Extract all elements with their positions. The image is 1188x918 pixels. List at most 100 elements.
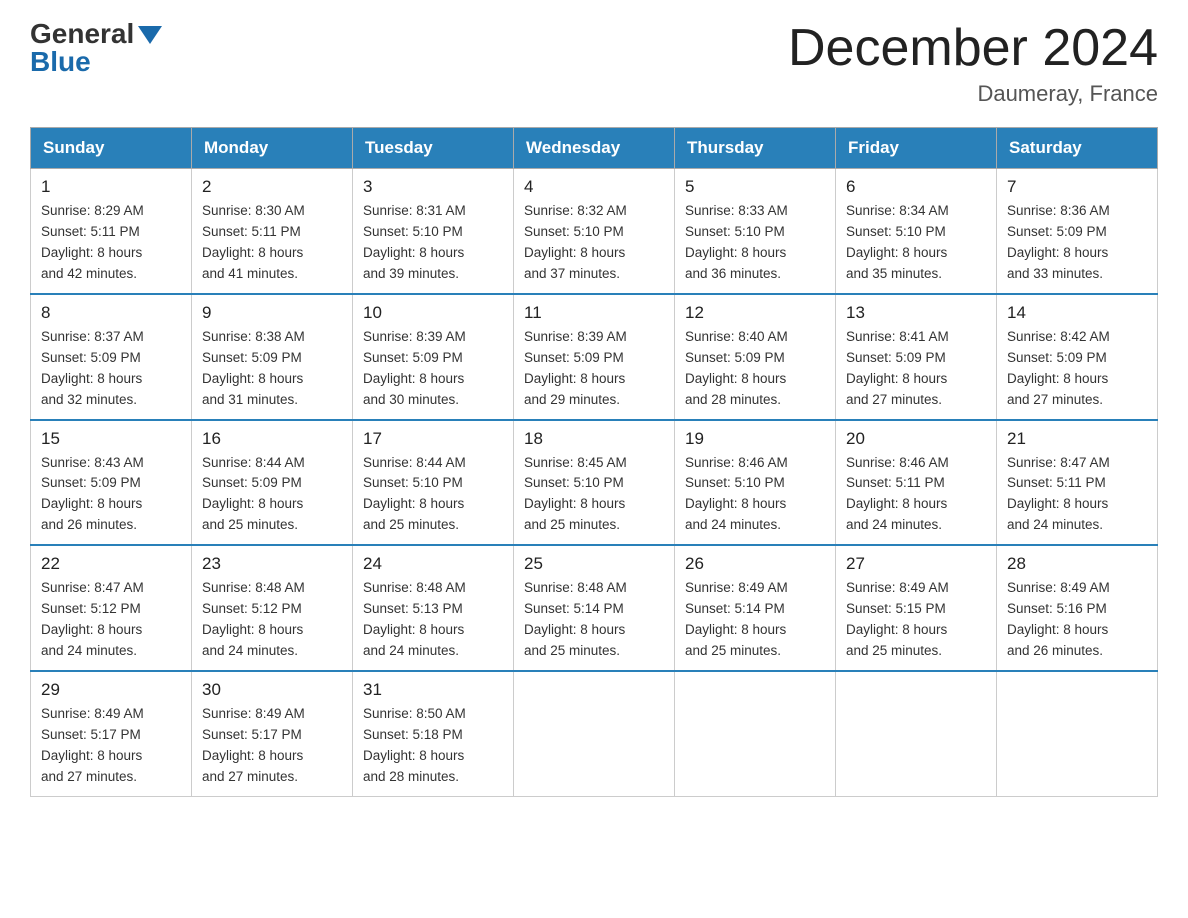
day-number: 23 [202,554,342,574]
logo-general-text: General [30,20,134,48]
day-info: Sunrise: 8:45 AMSunset: 5:10 PMDaylight:… [524,453,664,537]
day-info: Sunrise: 8:38 AMSunset: 5:09 PMDaylight:… [202,327,342,411]
day-number: 3 [363,177,503,197]
day-info: Sunrise: 8:46 AMSunset: 5:10 PMDaylight:… [685,453,825,537]
day-number: 14 [1007,303,1147,323]
calendar-day-cell [997,671,1158,796]
calendar-weekday-header: Thursday [675,128,836,169]
day-number: 27 [846,554,986,574]
day-info: Sunrise: 8:34 AMSunset: 5:10 PMDaylight:… [846,201,986,285]
calendar-week-row: 29 Sunrise: 8:49 AMSunset: 5:17 PMDayligh… [31,671,1158,796]
calendar-day-cell: 3 Sunrise: 8:31 AMSunset: 5:10 PMDaylight… [353,169,514,294]
calendar-day-cell: 27 Sunrise: 8:49 AMSunset: 5:15 PMDayligh… [836,545,997,671]
calendar-day-cell: 12Sunrise: 8:40 AMSunset: 5:09 PMDayligh… [675,294,836,420]
day-info: Sunrise: 8:41 AMSunset: 5:09 PMDaylight:… [846,327,986,411]
calendar-weekday-header: Friday [836,128,997,169]
calendar-day-cell: 20Sunrise: 8:46 AMSunset: 5:11 PMDayligh… [836,420,997,546]
calendar-day-cell [675,671,836,796]
calendar-day-cell: 13 Sunrise: 8:41 AMSunset: 5:09 PMDayligh… [836,294,997,420]
day-number: 4 [524,177,664,197]
day-number: 31 [363,680,503,700]
day-number: 5 [685,177,825,197]
calendar-day-cell: 16Sunrise: 8:44 AMSunset: 5:09 PMDayligh… [192,420,353,546]
calendar-day-cell: 29Sunrise: 8:49 AMSunset: 5:17 PMDayligh… [31,671,192,796]
calendar-weekday-header: Monday [192,128,353,169]
logo-blue-text: Blue [30,48,162,76]
calendar-day-cell: 24 Sunrise: 8:48 AMSunset: 5:13 PMDayligh… [353,545,514,671]
day-number: 30 [202,680,342,700]
calendar-day-cell: 30 Sunrise: 8:49 AMSunset: 5:17 PMDayligh… [192,671,353,796]
day-number: 2 [202,177,342,197]
calendar-day-cell: 9 Sunrise: 8:38 AMSunset: 5:09 PMDaylight… [192,294,353,420]
day-info: Sunrise: 8:30 AMSunset: 5:11 PMDaylight:… [202,201,342,285]
calendar-day-cell: 18 Sunrise: 8:45 AMSunset: 5:10 PMDayligh… [514,420,675,546]
calendar-weekday-header: Sunday [31,128,192,169]
calendar-day-cell: 17 Sunrise: 8:44 AMSunset: 5:10 PMDayligh… [353,420,514,546]
day-info: Sunrise: 8:39 AMSunset: 5:09 PMDaylight:… [524,327,664,411]
day-info: Sunrise: 8:33 AMSunset: 5:10 PMDaylight:… [685,201,825,285]
calendar-day-cell: 19 Sunrise: 8:46 AMSunset: 5:10 PMDayligh… [675,420,836,546]
month-title: December 2024 [788,20,1158,77]
day-info: Sunrise: 8:37 AMSunset: 5:09 PMDaylight:… [41,327,181,411]
day-number: 10 [363,303,503,323]
calendar-week-row: 22 Sunrise: 8:47 AMSunset: 5:12 PMDayligh… [31,545,1158,671]
calendar-header-row: SundayMondayTuesdayWednesdayThursdayFrid… [31,128,1158,169]
calendar-day-cell: 11Sunrise: 8:39 AMSunset: 5:09 PMDayligh… [514,294,675,420]
day-info: Sunrise: 8:47 AMSunset: 5:12 PMDaylight:… [41,578,181,662]
day-info: Sunrise: 8:49 AMSunset: 5:17 PMDaylight:… [202,704,342,788]
logo-triangle-icon [138,26,162,44]
day-info: Sunrise: 8:44 AMSunset: 5:09 PMDaylight:… [202,453,342,537]
day-number: 26 [685,554,825,574]
day-number: 28 [1007,554,1147,574]
day-info: Sunrise: 8:50 AMSunset: 5:18 PMDaylight:… [363,704,503,788]
calendar-week-row: 15Sunrise: 8:43 AMSunset: 5:09 PMDayligh… [31,420,1158,546]
calendar-day-cell: 4 Sunrise: 8:32 AMSunset: 5:10 PMDaylight… [514,169,675,294]
calendar-week-row: 1 Sunrise: 8:29 AMSunset: 5:11 PMDaylight… [31,169,1158,294]
day-number: 29 [41,680,181,700]
day-number: 20 [846,429,986,449]
calendar-day-cell: 1 Sunrise: 8:29 AMSunset: 5:11 PMDaylight… [31,169,192,294]
day-number: 24 [363,554,503,574]
day-info: Sunrise: 8:48 AMSunset: 5:13 PMDaylight:… [363,578,503,662]
calendar-weekday-header: Tuesday [353,128,514,169]
calendar-day-cell: 31 Sunrise: 8:50 AMSunset: 5:18 PMDayligh… [353,671,514,796]
day-number: 17 [363,429,503,449]
calendar-weekday-header: Wednesday [514,128,675,169]
day-number: 19 [685,429,825,449]
location-subtitle: Daumeray, France [788,81,1158,107]
logo: General Blue [30,20,162,76]
day-info: Sunrise: 8:32 AMSunset: 5:10 PMDaylight:… [524,201,664,285]
calendar-day-cell: 7Sunrise: 8:36 AMSunset: 5:09 PMDaylight… [997,169,1158,294]
day-number: 8 [41,303,181,323]
day-info: Sunrise: 8:29 AMSunset: 5:11 PMDaylight:… [41,201,181,285]
day-number: 18 [524,429,664,449]
calendar-day-cell: 21Sunrise: 8:47 AMSunset: 5:11 PMDayligh… [997,420,1158,546]
calendar-day-cell: 22 Sunrise: 8:47 AMSunset: 5:12 PMDayligh… [31,545,192,671]
day-info: Sunrise: 8:49 AMSunset: 5:15 PMDaylight:… [846,578,986,662]
day-number: 22 [41,554,181,574]
calendar-day-cell: 2 Sunrise: 8:30 AMSunset: 5:11 PMDaylight… [192,169,353,294]
calendar-day-cell: 10 Sunrise: 8:39 AMSunset: 5:09 PMDayligh… [353,294,514,420]
day-info: Sunrise: 8:49 AMSunset: 5:16 PMDaylight:… [1007,578,1147,662]
day-info: Sunrise: 8:48 AMSunset: 5:12 PMDaylight:… [202,578,342,662]
day-number: 15 [41,429,181,449]
calendar-day-cell: 25Sunrise: 8:48 AMSunset: 5:14 PMDayligh… [514,545,675,671]
day-info: Sunrise: 8:44 AMSunset: 5:10 PMDaylight:… [363,453,503,537]
calendar-day-cell: 5 Sunrise: 8:33 AMSunset: 5:10 PMDaylight… [675,169,836,294]
title-area: December 2024 Daumeray, France [788,20,1158,107]
calendar-day-cell: 6Sunrise: 8:34 AMSunset: 5:10 PMDaylight… [836,169,997,294]
day-info: Sunrise: 8:31 AMSunset: 5:10 PMDaylight:… [363,201,503,285]
calendar-day-cell: 26Sunrise: 8:49 AMSunset: 5:14 PMDayligh… [675,545,836,671]
day-number: 9 [202,303,342,323]
day-info: Sunrise: 8:39 AMSunset: 5:09 PMDaylight:… [363,327,503,411]
day-number: 1 [41,177,181,197]
calendar-weekday-header: Saturday [997,128,1158,169]
day-info: Sunrise: 8:48 AMSunset: 5:14 PMDaylight:… [524,578,664,662]
day-number: 13 [846,303,986,323]
day-info: Sunrise: 8:40 AMSunset: 5:09 PMDaylight:… [685,327,825,411]
calendar-day-cell: 23 Sunrise: 8:48 AMSunset: 5:12 PMDayligh… [192,545,353,671]
calendar-day-cell [514,671,675,796]
calendar-day-cell: 8 Sunrise: 8:37 AMSunset: 5:09 PMDaylight… [31,294,192,420]
page-header: General Blue December 2024 Daumeray, Fra… [30,20,1158,107]
day-info: Sunrise: 8:47 AMSunset: 5:11 PMDaylight:… [1007,453,1147,537]
